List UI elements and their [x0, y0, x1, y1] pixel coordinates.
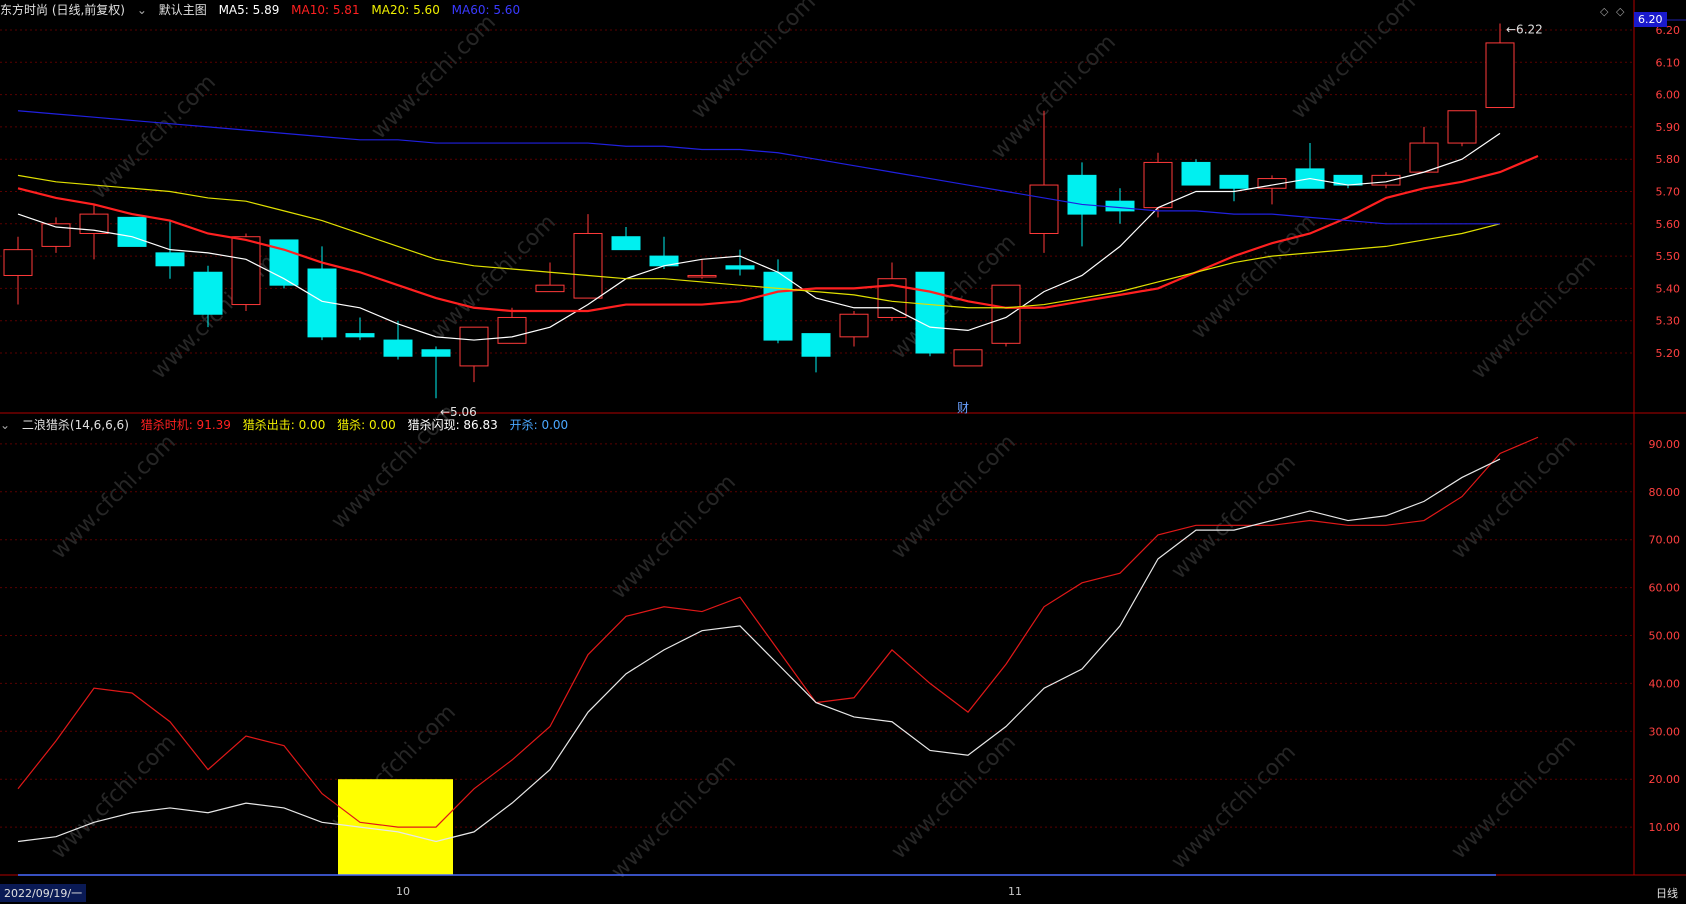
ma10-label: MA10: 5.81 — [291, 3, 360, 17]
candle-body — [1409, 142, 1439, 173]
indicator-value-4: 猎杀闪现: 86.83 — [407, 418, 498, 432]
ma20-label: MA20: 5.60 — [371, 3, 440, 17]
watermark-text: www.cfchi.com — [1467, 250, 1601, 384]
main-ytick-label: 6.00 — [1656, 89, 1681, 102]
candle-body — [1067, 174, 1097, 215]
diamond-icon-2[interactable]: ◇ — [1612, 4, 1628, 19]
chart-svg: 6.20 6.10 6.00 5.90 5.80 5.70 5.60 5.50 5.40 5.30… — [0, 0, 1686, 884]
main-ytick-label: 6.10 — [1656, 56, 1681, 69]
watermark-text: www.cfchi.com — [147, 250, 281, 384]
candle-body — [231, 236, 261, 306]
main-ytick-label: 5.20 — [1656, 347, 1681, 360]
watermark-text: www.cfchi.com — [607, 750, 741, 884]
diamond-icon[interactable]: ◇ — [1596, 4, 1612, 19]
chevron-down-icon[interactable]: ⌄ — [137, 3, 147, 17]
candle-body — [611, 236, 641, 251]
candle-body — [383, 339, 413, 357]
candle-body — [1485, 42, 1515, 109]
candle-body — [573, 232, 603, 299]
candle-body — [497, 316, 527, 344]
ma-line-ma60 — [17, 110, 1500, 225]
candle-body — [1029, 184, 1059, 234]
candle-body — [345, 333, 375, 338]
indicator-line-0 — [17, 436, 1539, 828]
candle-body — [725, 265, 755, 270]
watermark-text: www.cfchi.com — [47, 430, 181, 564]
chevron-down-icon[interactable]: ⌄ — [0, 418, 10, 432]
candle-body — [687, 274, 717, 278]
candle-body — [1181, 161, 1211, 186]
watermark-text: www.cfchi.com — [427, 210, 561, 344]
candle-body — [915, 271, 945, 354]
main-ytick-label: 5.80 — [1656, 153, 1681, 166]
event-marker: 财 — [957, 401, 969, 415]
indicator-ytick-label: 50.00 — [1649, 630, 1681, 643]
candle-body — [1105, 200, 1135, 212]
indicator-ytick-label: 40.00 — [1649, 677, 1681, 690]
indicator-ytick-label: 90.00 — [1649, 438, 1681, 451]
watermark-text: www.cfchi.com — [987, 30, 1121, 164]
candle-body — [155, 252, 185, 267]
period-label[interactable]: 日线 — [1652, 884, 1682, 902]
main-chart-header: 东方时尚 (日线,前复权) ⌄ 默认主图 MA5: 5.89 MA10: 5.8… — [0, 0, 528, 20]
watermark-text: www.cfchi.com — [47, 730, 181, 864]
indicator-ytick-label: 10.00 — [1649, 821, 1681, 834]
stock-label[interactable]: 东方时尚 (日线,前复权) — [0, 3, 125, 17]
indicator-label[interactable]: 二浪猎杀(14,6,6,6) — [22, 418, 129, 432]
watermark-text: www.cfchi.com — [887, 430, 1021, 564]
chart-stage: 6.20 6.10 6.00 5.90 5.80 5.70 5.60 5.50 5.40 5.30… — [0, 0, 1686, 902]
candle-body — [763, 271, 793, 341]
start-date: 2022/09/19/一 — [0, 884, 87, 902]
candle-body — [991, 284, 1021, 344]
indicator-ytick-label: 70.00 — [1649, 534, 1681, 547]
watermark-text: www.cfchi.com — [1167, 450, 1301, 584]
watermark-text: www.cfchi.com — [1447, 730, 1581, 864]
candle-body — [459, 326, 489, 367]
ma5-label: MA5: 5.89 — [218, 3, 280, 17]
indicator-line-1 — [17, 458, 1501, 843]
month-label-11: 11 — [1008, 885, 1022, 898]
indicator-header: ⌄ 二浪猎杀(14,6,6,6) 猎杀时机: 91.39 猎杀出击: 0.00 … — [0, 415, 576, 435]
watermark-text: www.cfchi.com — [1187, 210, 1321, 344]
indicator-ytick-label: 60.00 — [1649, 582, 1681, 595]
watermark-text: www.cfchi.com — [87, 70, 221, 204]
month-label-10: 10 — [396, 885, 410, 898]
watermark-text: www.cfchi.com — [1167, 740, 1301, 874]
candle-body — [3, 249, 33, 276]
candle-body — [1143, 161, 1173, 209]
watermark-text: www.cfchi.com — [887, 730, 1021, 864]
main-ytick-label: 5.30 — [1656, 315, 1681, 328]
candle-body — [1447, 110, 1477, 144]
indicator-value-3: 猎杀: 0.00 — [337, 418, 396, 432]
main-ytick-label: 5.50 — [1656, 250, 1681, 263]
candle-body — [839, 313, 869, 338]
candle-body — [1219, 174, 1249, 189]
indicator-value-5: 开杀: 0.00 — [509, 418, 569, 432]
watermark-text: www.cfchi.com — [1447, 430, 1581, 564]
ma60-label: MA60: 5.60 — [451, 3, 521, 17]
main-ytick-label: 5.70 — [1656, 186, 1681, 199]
main-ytick-label: 5.60 — [1656, 218, 1681, 231]
candle-body — [535, 284, 565, 293]
price-tag: 6.20 — [1634, 12, 1667, 27]
candle-body — [193, 271, 223, 315]
candle-body — [953, 349, 983, 367]
indicator-ytick-label: 20.00 — [1649, 773, 1681, 786]
indicator-value-2: 猎杀出击: 0.00 — [242, 418, 326, 432]
candle-body — [117, 216, 147, 247]
candle-body — [421, 349, 451, 357]
main-ytick-label: 5.90 — [1656, 121, 1681, 134]
indicator-ytick-label: 80.00 — [1649, 486, 1681, 499]
indicator-value-1: 猎杀时机: 91.39 — [140, 418, 231, 432]
high-price-annotation: ←6.22 — [1506, 23, 1543, 37]
indicator-ytick-label: 30.00 — [1649, 725, 1681, 738]
main-ytick-label: 5.40 — [1656, 282, 1681, 295]
main-chart-label[interactable]: 默认主图 — [159, 3, 207, 17]
candle-body — [1371, 174, 1401, 186]
watermark-text: www.cfchi.com — [607, 470, 741, 604]
candle-body — [801, 333, 831, 357]
